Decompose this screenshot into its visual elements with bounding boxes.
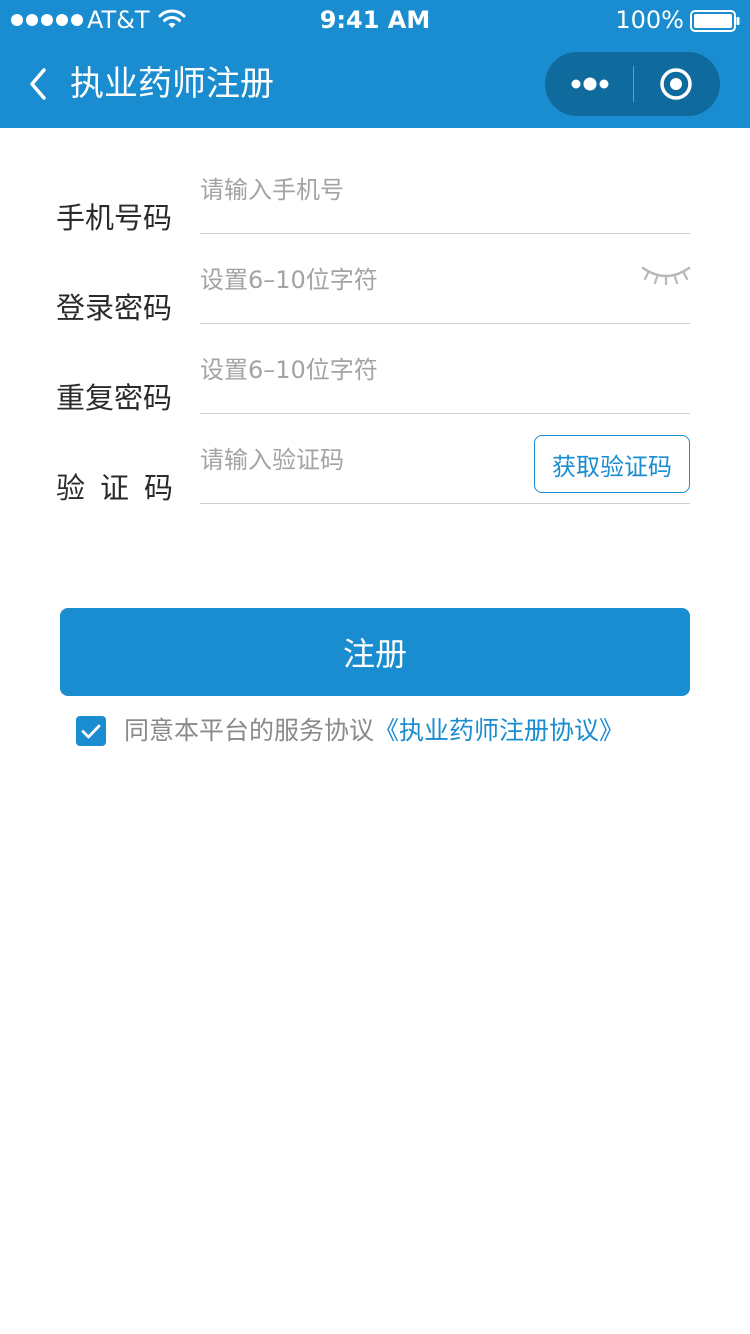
- more-icon: [571, 77, 609, 91]
- agreement-link[interactable]: 《执业药师注册协议》: [374, 716, 624, 745]
- password-label: 登录密码: [56, 291, 173, 325]
- nav-bar: 执业药师注册: [0, 40, 750, 128]
- get-code-button[interactable]: 获取验证码: [534, 435, 690, 493]
- page-title: 执业药师注册: [70, 64, 274, 104]
- repeat-password-input[interactable]: [200, 345, 690, 414]
- agreement-text-wrap: 同意本平台的服务协议《执业药师注册协议》: [124, 714, 624, 748]
- agree-checkbox[interactable]: [76, 716, 106, 746]
- register-button[interactable]: 注册: [60, 608, 690, 696]
- mini-program-capsule: [545, 52, 720, 116]
- phone-input[interactable]: [200, 165, 690, 234]
- status-bar: AT&T 9:41 AM 100%: [0, 0, 750, 40]
- phone-label: 手机号码: [56, 201, 173, 235]
- header: AT&T 9:41 AM 100% 执业药师注册: [0, 0, 750, 128]
- password-input[interactable]: [200, 255, 690, 324]
- password-row: 登录密码: [0, 234, 750, 325]
- repeat-password-row: 重复密码: [0, 324, 750, 415]
- repeat-password-label: 重复密码: [56, 381, 173, 415]
- battery-icon: [690, 10, 740, 32]
- code-row: 验证码 获取验证码: [0, 414, 750, 505]
- code-label: 验证码: [56, 471, 189, 505]
- checkmark-icon: [81, 724, 101, 739]
- close-target-icon: [660, 68, 692, 100]
- more-button[interactable]: [545, 52, 633, 116]
- back-icon[interactable]: [24, 62, 54, 106]
- agreement-text: 同意本平台的服务协议: [124, 716, 375, 745]
- phone-row: 手机号码: [0, 144, 750, 235]
- close-button[interactable]: [634, 52, 720, 116]
- eye-closed-icon[interactable]: [640, 264, 692, 286]
- agreement: 同意本平台的服务协议《执业药师注册协议》: [76, 714, 736, 748]
- battery-percent: 100%: [615, 6, 684, 34]
